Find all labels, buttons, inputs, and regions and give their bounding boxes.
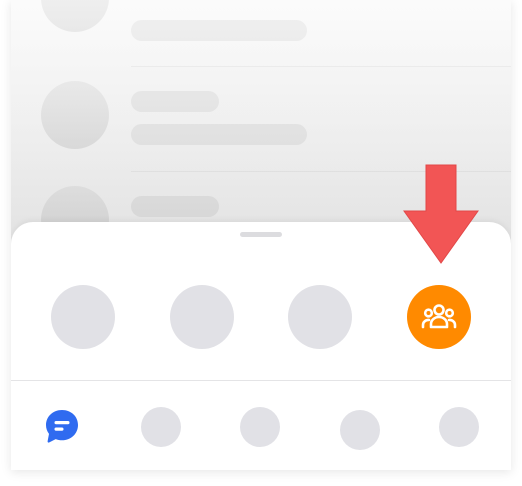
tab-item-3[interactable]: [240, 407, 280, 447]
tab-item-4[interactable]: [340, 410, 380, 450]
chat-bubble-icon[interactable]: [44, 408, 80, 444]
group-share-button[interactable]: [407, 285, 471, 349]
share-option-2[interactable]: [170, 285, 234, 349]
share-option-3[interactable]: [288, 285, 352, 349]
sheet-divider: [11, 380, 511, 381]
pointer-arrow-icon: [403, 164, 479, 264]
tab-item-2[interactable]: [141, 407, 181, 447]
share-option-1[interactable]: [51, 285, 115, 349]
group-icon: [421, 304, 457, 329]
drag-handle[interactable]: [240, 232, 282, 237]
phone-screen: [11, 0, 511, 470]
tab-item-5[interactable]: [439, 407, 479, 447]
